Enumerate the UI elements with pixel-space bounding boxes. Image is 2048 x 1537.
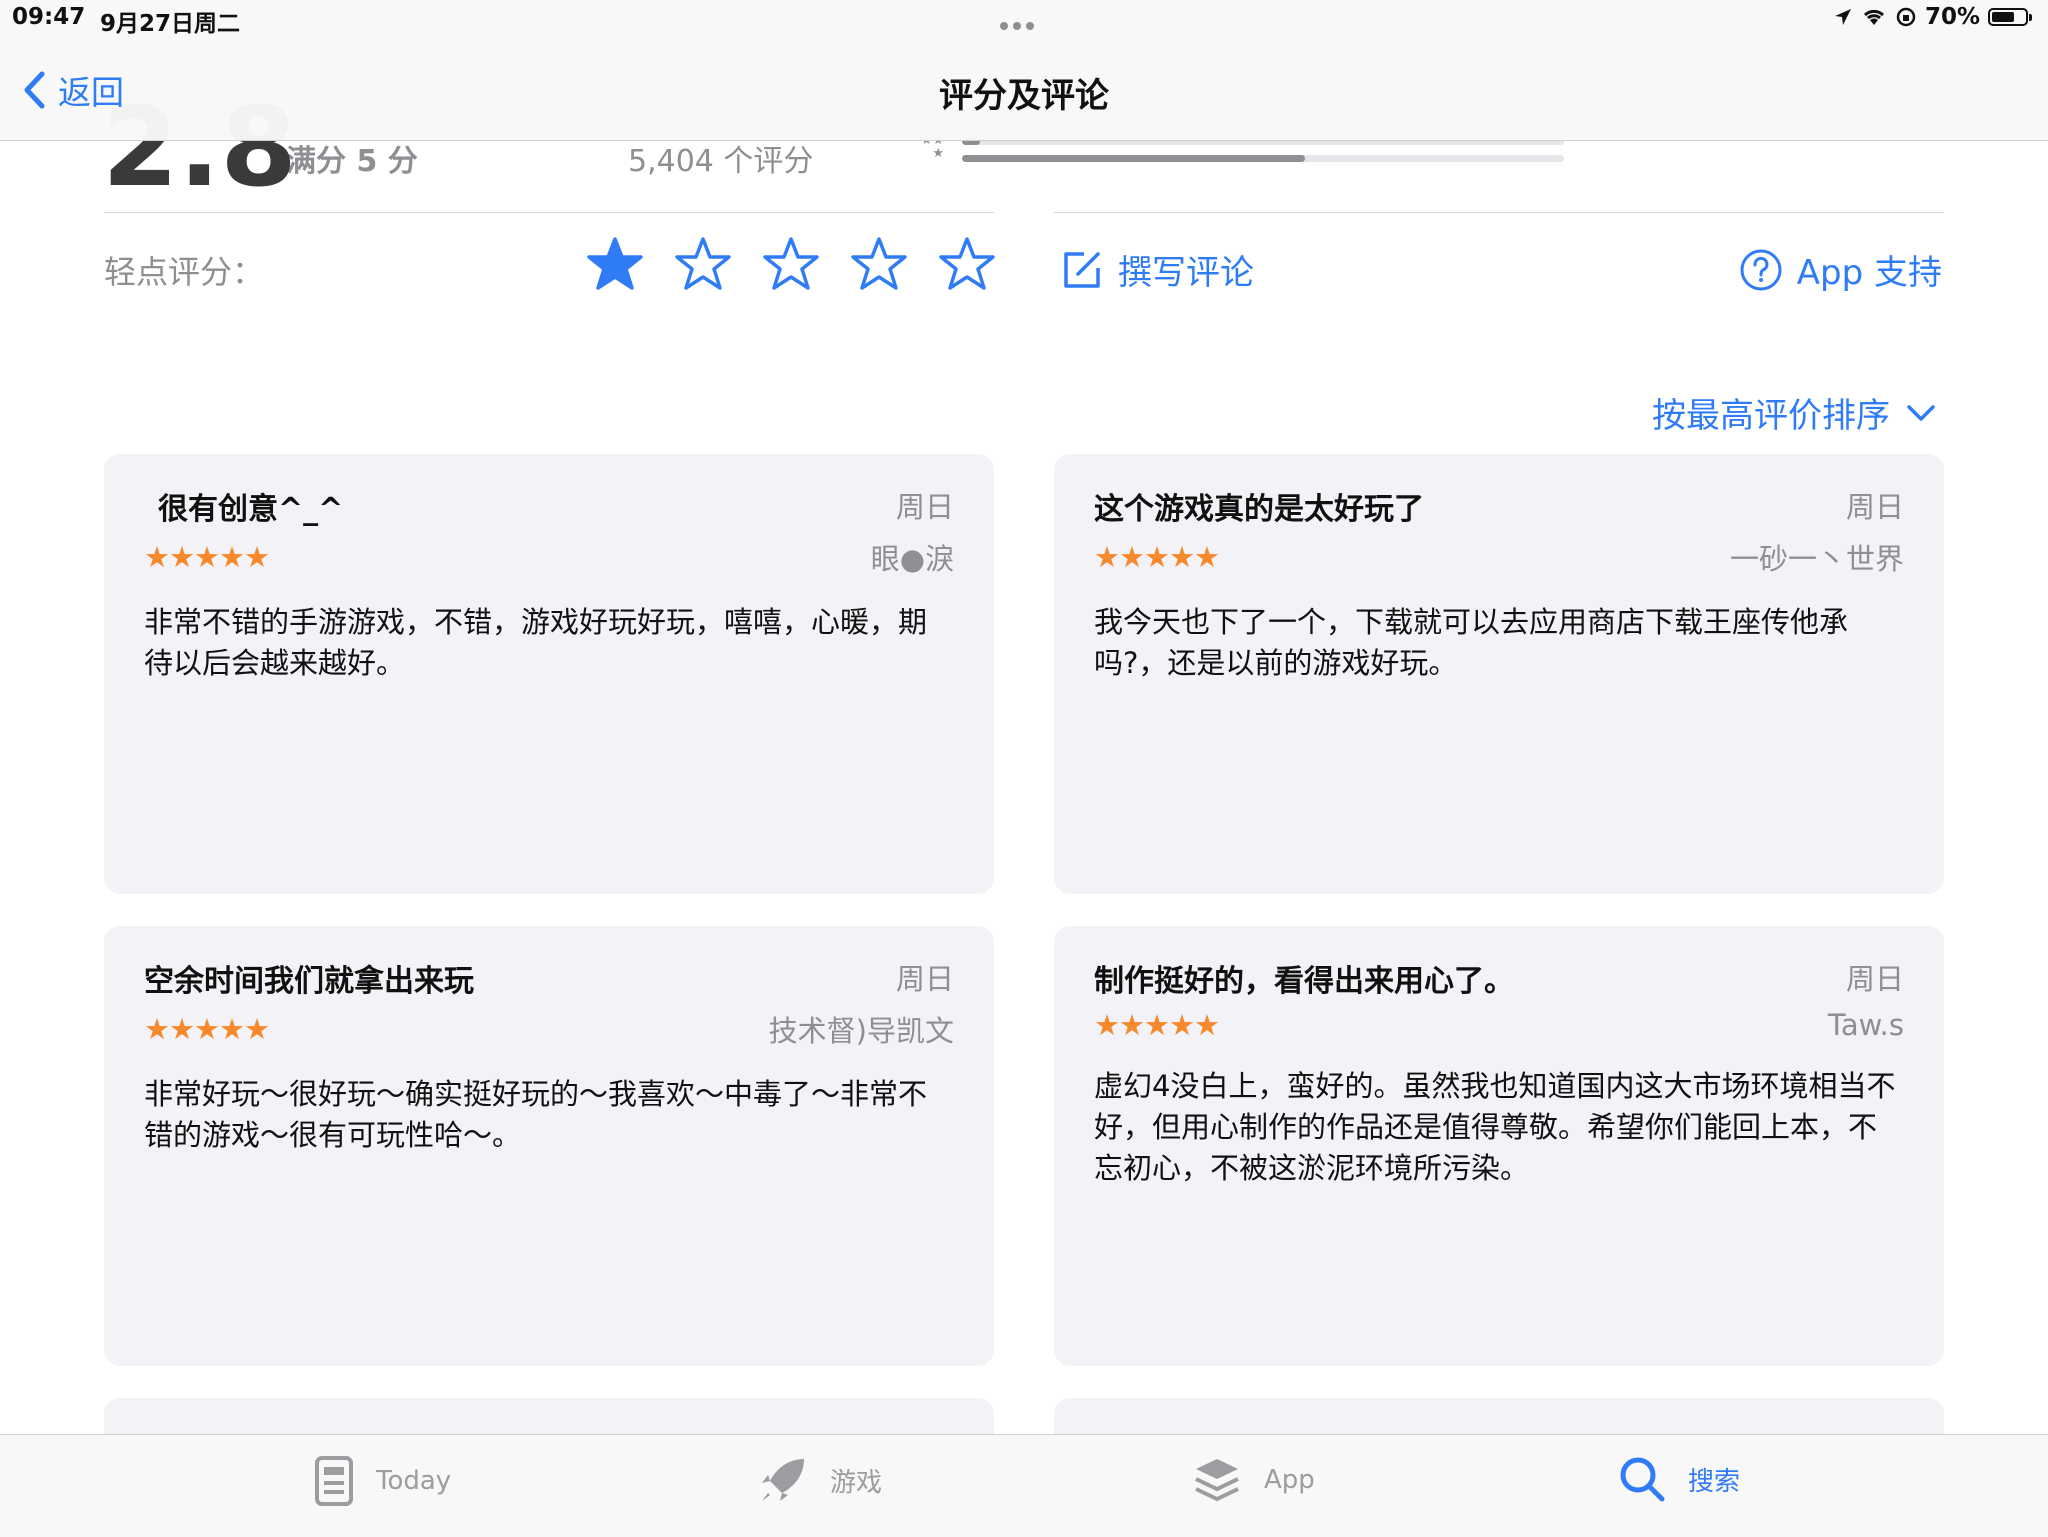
search-icon bbox=[1620, 1457, 1665, 1502]
review-title: 空余时间我们就拿出来玩 bbox=[144, 964, 474, 999]
review-date: 周日 bbox=[895, 962, 954, 996]
histogram-bars bbox=[962, 138, 1564, 162]
tab-today[interactable]: Today bbox=[314, 1455, 451, 1507]
star-outline-icon[interactable] bbox=[938, 236, 996, 294]
tap-to-rate-label: 轻点评分： bbox=[104, 253, 265, 291]
divider bbox=[104, 212, 994, 213]
sort-label: 按最高评价排序 bbox=[1652, 396, 1890, 436]
status-time: 09:47 bbox=[12, 4, 86, 30]
review-stars: ★★★★★ bbox=[144, 1012, 270, 1046]
star-outline-icon[interactable] bbox=[674, 236, 732, 294]
battery-percent: 70% bbox=[1924, 4, 1980, 30]
location-icon bbox=[1834, 9, 1851, 25]
review-card[interactable]: 这个游戏真的是太好玩了 周日 ★★★★★ 一砂一丶世界 我今天也下了一个，下载就可以… bbox=[1054, 454, 1944, 894]
review-title: 制作挺好的，看得出来用心了。 bbox=[1094, 964, 1514, 999]
review-author: 眼●淚 bbox=[870, 542, 954, 576]
star-filled-icon[interactable] bbox=[586, 236, 644, 294]
tab-label: Today bbox=[376, 1466, 452, 1496]
status-bar: 09:47 9月27日周二 70% bbox=[0, 0, 2048, 40]
app-support-button[interactable]: App 支持 bbox=[1739, 245, 1942, 294]
divider bbox=[1054, 212, 1944, 213]
write-review-label: 撰写评论 bbox=[1118, 253, 1254, 293]
app-support-label: App 支持 bbox=[1796, 253, 1942, 293]
tab-games[interactable]: 游戏 bbox=[758, 1455, 882, 1505]
rocket-icon bbox=[762, 1459, 804, 1501]
review-date: 周日 bbox=[895, 490, 954, 524]
review-title: 这个游戏真的是太好玩了 bbox=[1094, 492, 1424, 527]
layers-icon bbox=[1195, 1459, 1239, 1502]
today-icon bbox=[315, 1456, 353, 1506]
review-card[interactable]: 制作挺好的，看得出来用心了。 周日 ★★★★★ Taw.s 虚幻4没白上，蛮好的。虽… bbox=[1054, 926, 1944, 1366]
review-body: 我今天也下了一个，下载就可以去应用商店下载王座传他承吗?，还是以前的游戏好玩。 bbox=[1094, 605, 1849, 680]
tab-bar: Today 游戏 App 搜索 bbox=[0, 1434, 2048, 1537]
review-body: 非常不错的手游游戏，不错，游戏好玩好玩，嘻嘻，心暖，期待以后会越来越好。 bbox=[144, 605, 928, 680]
page-title: 评分及评论 bbox=[939, 76, 1109, 116]
review-card[interactable]: 很有创意^_^ 周日 ★★★★★ 眼●淚 非常不错的手游游戏，不错，游戏好玩好玩，嘻… bbox=[104, 454, 994, 894]
review-stars: ★★★★★ bbox=[144, 540, 270, 574]
review-title: 很有创意^_^ bbox=[158, 492, 344, 527]
review-body: 非常好玩～很好玩～确实挺好玩的～我喜欢～中毒了～非常不错的游戏～很有可玩性哈～。 bbox=[144, 1077, 928, 1152]
tab-label: App bbox=[1264, 1465, 1315, 1495]
review-card[interactable]: 空余时间我们就拿出来玩 周日 ★★★★★ 技术督)导凯文 非常好玩～很好玩～确实挺好… bbox=[104, 926, 994, 1366]
star-outline-icon[interactable] bbox=[850, 236, 908, 294]
histogram-bar bbox=[962, 155, 1564, 162]
star-outline-icon[interactable] bbox=[762, 236, 820, 294]
write-review-button[interactable]: 撰写评论 bbox=[1060, 245, 1254, 294]
review-author: 技术督)导凯文 bbox=[768, 1014, 954, 1048]
review-date: 周日 bbox=[1845, 490, 1904, 524]
review-stars: ★★★★★ bbox=[1094, 540, 1220, 574]
tab-label: 搜索 bbox=[1688, 1466, 1741, 1497]
battery-icon bbox=[1988, 8, 2032, 26]
wifi-icon bbox=[1863, 9, 1884, 25]
sort-dropdown[interactable]: 按最高评价排序 bbox=[1652, 388, 1936, 437]
help-circle-icon bbox=[1740, 249, 1782, 290]
multitasking-dots-icon[interactable] bbox=[1000, 10, 1039, 36]
compose-icon bbox=[1064, 251, 1100, 288]
tab-apps[interactable]: App bbox=[1192, 1455, 1315, 1505]
orientation-lock-icon bbox=[1896, 7, 1916, 27]
score-out-of: 满分 5 分 bbox=[286, 144, 418, 179]
review-author: Taw.s bbox=[1827, 1008, 1904, 1042]
status-date: 9月27日周二 bbox=[100, 11, 241, 37]
review-date: 周日 bbox=[1845, 962, 1904, 996]
rating-count: 5,404 个评分 bbox=[628, 144, 814, 179]
review-author: 一砂一丶世界 bbox=[1729, 542, 1904, 576]
chevron-down-icon bbox=[1907, 404, 1935, 421]
review-body: 虚幻4没白上，蛮好的。虽然我也知道国内这大市场环境相当不好，但用心制作的作品还是… bbox=[1094, 1069, 1896, 1185]
tab-label: 游戏 bbox=[830, 1467, 883, 1498]
tab-search[interactable]: 搜索 bbox=[1618, 1455, 1740, 1503]
review-stars: ★★★★★ bbox=[1094, 1008, 1220, 1042]
status-indicators: 70% bbox=[1833, 4, 2032, 30]
